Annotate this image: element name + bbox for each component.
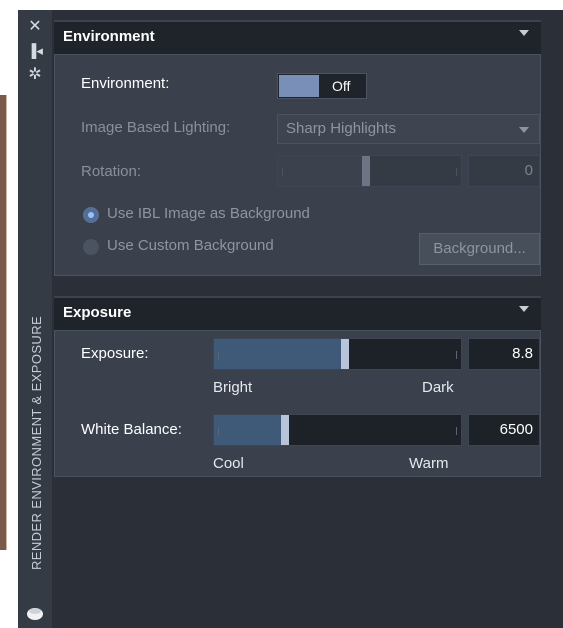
slider-fill [214, 339, 341, 369]
use-ibl-background-label: Use IBL Image as Background [107, 205, 310, 222]
slider-tick [218, 427, 219, 435]
environment-section: Environment: Off Image Based Lighting: S… [54, 54, 541, 276]
rotation-slider[interactable] [277, 155, 462, 187]
background-button[interactable]: Background... [419, 233, 540, 265]
slider-tick [456, 351, 457, 359]
palette-grip-icon[interactable] [26, 606, 44, 620]
ibl-dropdown-value: Sharp Highlights [286, 120, 397, 137]
white-balance-cool-label: Cool [213, 455, 244, 472]
exposure-section: Exposure: 8.8 Bright Dark White Balance:… [54, 330, 541, 477]
slider-fill [214, 415, 281, 445]
radio-unchecked-icon [83, 239, 99, 255]
drawing-area-edge [0, 95, 7, 550]
exposure-section-header[interactable]: Exposure [54, 296, 541, 330]
white-balance-slider[interactable] [213, 414, 462, 446]
properties-icon[interactable]: ✲ [18, 64, 52, 86]
white-balance-value: 6500 [499, 421, 533, 438]
slider-tick [282, 168, 283, 176]
rotation-value: 0 [524, 162, 533, 179]
auto-hide-icon[interactable]: ▐◂ [18, 40, 52, 62]
exposure-label: Exposure: [81, 345, 149, 362]
collapse-caret-icon[interactable] [519, 306, 529, 312]
white-balance-label: White Balance: [81, 421, 182, 438]
exposure-value-field[interactable]: 8.8 [468, 338, 540, 370]
slider-tick [218, 351, 219, 359]
slider-tick [456, 168, 457, 176]
toggle-state-label: Off [332, 78, 351, 94]
slider-fill [278, 156, 362, 186]
rotation-value-field[interactable]: 0 [468, 155, 540, 187]
exposure-value: 8.8 [512, 345, 533, 362]
palette-title: RENDER ENVIRONMENT & EXPOSURE [29, 315, 44, 570]
toggle-knob [279, 75, 319, 97]
environment-header-label: Environment [63, 28, 155, 45]
render-environment-palette: ✕ ▐◂ ✲ RENDER ENVIRONMENT & EXPOSURE Env… [18, 10, 563, 628]
exposure-header-label: Exposure [63, 304, 132, 321]
environment-label: Environment: [81, 75, 170, 92]
close-icon[interactable]: ✕ [18, 16, 52, 38]
white-balance-warm-label: Warm [409, 455, 449, 472]
slider-thumb[interactable] [281, 415, 289, 445]
exposure-slider[interactable] [213, 338, 462, 370]
use-custom-background-label: Use Custom Background [107, 237, 274, 254]
slider-thumb[interactable] [341, 339, 349, 369]
palette-content: Environment Environment: Off Image Based… [54, 10, 563, 628]
rotation-label: Rotation: [81, 163, 142, 180]
palette-titlebar[interactable]: ✕ ▐◂ ✲ RENDER ENVIRONMENT & EXPOSURE [18, 10, 52, 628]
exposure-dark-label: Dark [422, 379, 454, 396]
environment-toggle[interactable]: Off [277, 73, 367, 99]
slider-thumb[interactable] [362, 156, 370, 186]
white-balance-value-field[interactable]: 6500 [468, 414, 540, 446]
collapse-caret-icon[interactable] [519, 30, 529, 36]
chevron-down-icon [519, 127, 529, 133]
ibl-label: Image Based Lighting: [81, 119, 231, 136]
exposure-bright-label: Bright [213, 379, 253, 396]
slider-tick [456, 427, 457, 435]
radio-checked-icon [83, 207, 99, 223]
environment-section-header[interactable]: Environment [54, 20, 541, 54]
ibl-dropdown[interactable]: Sharp Highlights [277, 114, 540, 144]
